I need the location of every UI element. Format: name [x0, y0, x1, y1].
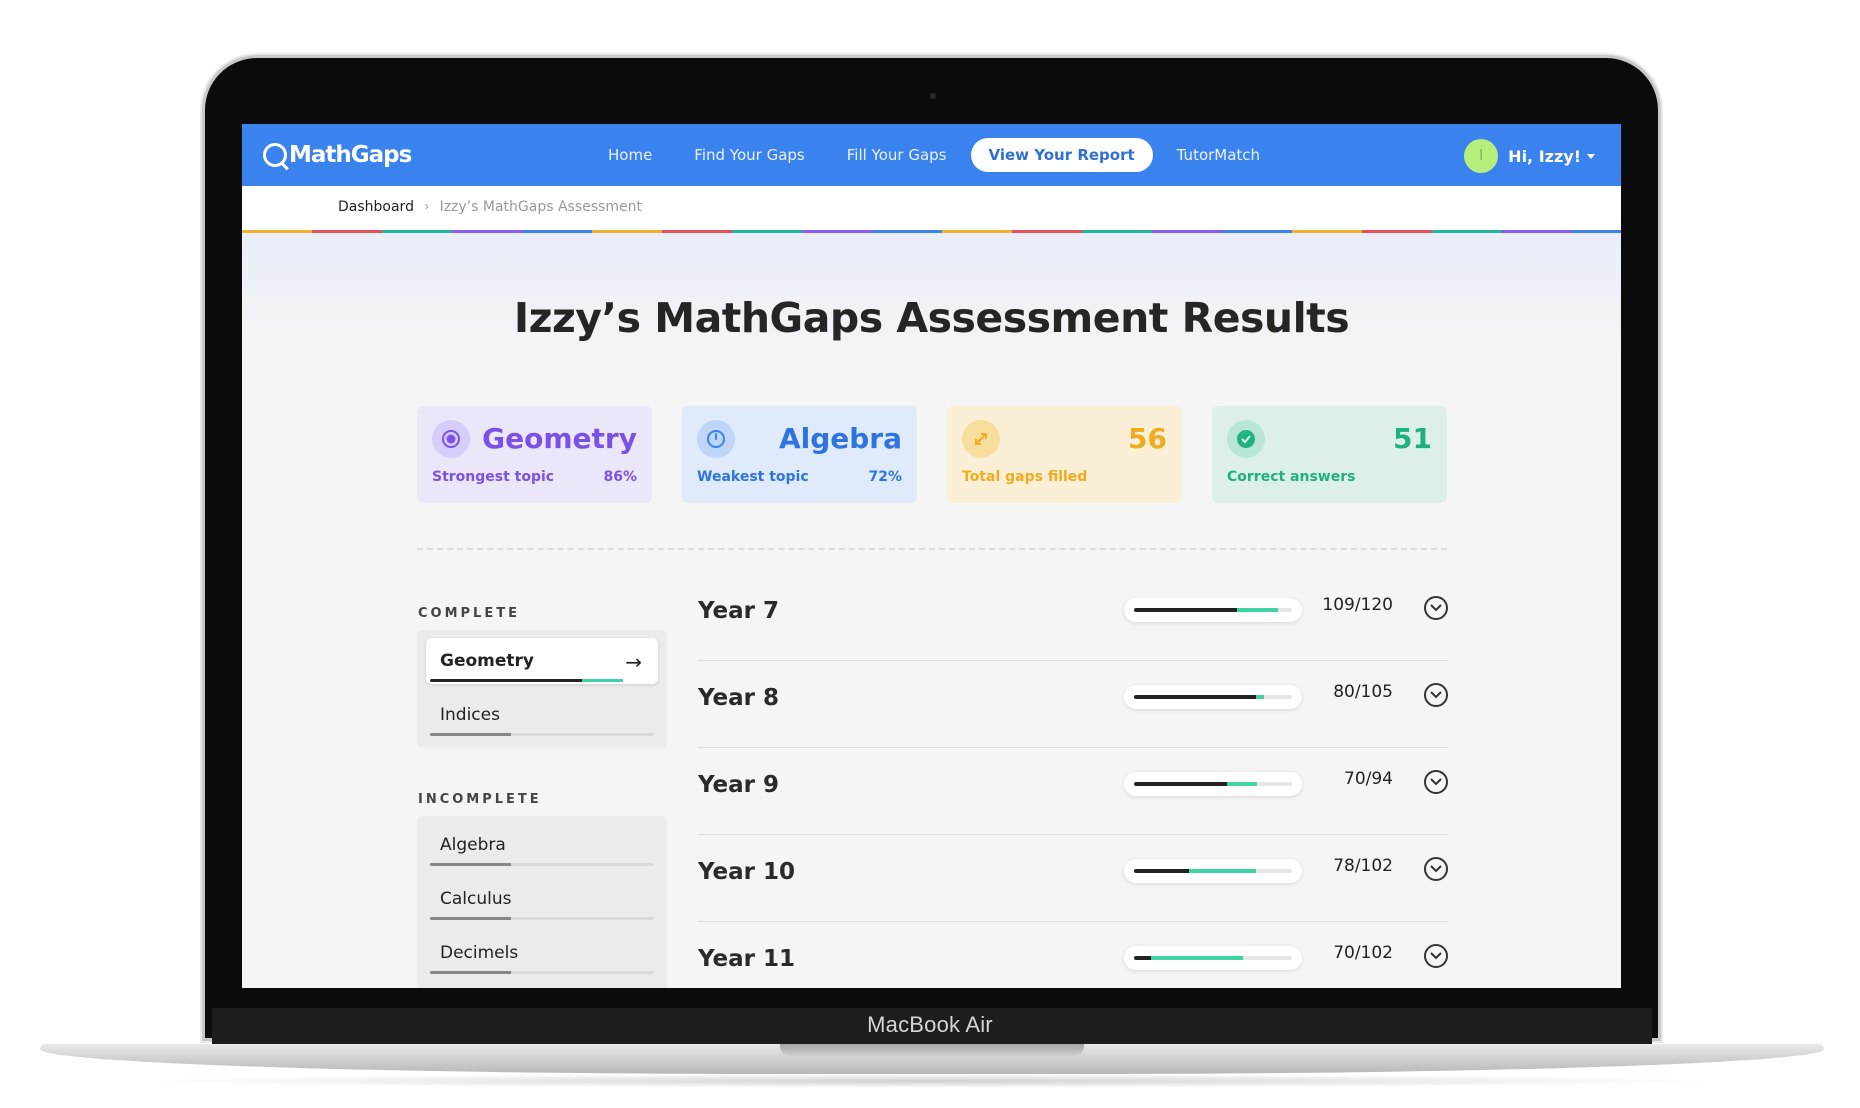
- stat-card-strongest-topic: Geometry Strongest topic 86%: [417, 406, 652, 503]
- topic-label: Geometry: [440, 651, 534, 671]
- stat-card-weakest-topic: Algebra Weakest topic 72%: [682, 406, 917, 503]
- year-name: Year 10: [698, 859, 796, 885]
- laptop-notch: [780, 1044, 1084, 1056]
- stat-value: 51: [1393, 422, 1432, 455]
- topic-decimels[interactable]: Decimels: [426, 930, 658, 976]
- navbar: MathGaps Home Find Your Gaps Fill Your G…: [242, 124, 1621, 186]
- camera: [930, 93, 936, 99]
- stat-value: 56: [1128, 422, 1167, 455]
- chevron-down-icon[interactable]: [1424, 857, 1448, 881]
- year-score: 78/102: [1333, 856, 1393, 876]
- topic-indices[interactable]: Indices: [426, 692, 658, 738]
- topic-progress: [430, 679, 654, 682]
- year-row[interactable]: Year 7 109/120: [698, 574, 1448, 661]
- nav-fill-your-gaps[interactable]: Fill Your Gaps: [829, 138, 965, 172]
- topic-progress: [430, 863, 654, 866]
- year-name: Year 11: [698, 946, 796, 972]
- nav-home[interactable]: Home: [590, 138, 670, 172]
- base-shadow: [120, 1074, 1740, 1088]
- nav-view-your-report[interactable]: View Your Report: [970, 138, 1153, 172]
- expand-arrows-icon: [962, 420, 1000, 458]
- avatar: I: [1464, 139, 1499, 173]
- year-score: 109/120: [1322, 595, 1393, 615]
- year-row[interactable]: Year 8 80/105: [698, 661, 1448, 748]
- topic-progress: [430, 733, 654, 736]
- year-score: 70/94: [1344, 769, 1393, 789]
- incomplete-heading: INCOMPLETE: [418, 792, 542, 807]
- stat-card-correct-answers: 51 Correct answers: [1212, 406, 1447, 503]
- year-progress: [1124, 772, 1302, 796]
- stat-card-gaps-filled: 56 Total gaps filled: [947, 406, 1182, 503]
- topic-label: Calculus: [440, 889, 512, 909]
- user-menu[interactable]: I Hi, Izzy!: [1464, 139, 1595, 173]
- user-greeting: Hi, Izzy!: [1508, 146, 1581, 166]
- logo[interactable]: MathGaps: [263, 140, 412, 170]
- topic-label: Algebra: [440, 835, 506, 855]
- topic-label: Indices: [440, 705, 500, 725]
- chevron-down-icon[interactable]: [1424, 770, 1448, 794]
- chevron-right-icon: ›: [423, 199, 430, 215]
- year-row[interactable]: Year 9 70/94: [698, 748, 1448, 835]
- screen: MathGaps Home Find Your Gaps Fill Your G…: [242, 124, 1621, 988]
- topic-calculus[interactable]: Calculus: [426, 876, 658, 922]
- arrow-right-icon: →: [625, 650, 642, 674]
- stat-label: Total gaps filled: [962, 469, 1088, 485]
- stat-label: Correct answers: [1227, 469, 1356, 485]
- check-circle-icon: [1227, 420, 1265, 458]
- chevron-down-icon[interactable]: [1424, 683, 1448, 707]
- topic-progress: [430, 971, 654, 974]
- year-progress: [1124, 859, 1302, 883]
- chevron-down-icon[interactable]: [1424, 944, 1448, 968]
- logo-magnifier-icon: [263, 143, 287, 167]
- year-progress: [1124, 598, 1302, 622]
- nav-links: Home Find Your Gaps Fill Your Gaps View …: [590, 138, 1284, 172]
- year-progress: [1124, 685, 1302, 709]
- stat-percent: 86%: [603, 469, 637, 485]
- complete-heading: COMPLETE: [418, 606, 520, 621]
- stat-label: Weakest topic: [697, 469, 809, 485]
- topic-geometry[interactable]: Geometry →: [426, 638, 658, 684]
- target-icon: [432, 420, 470, 458]
- stat-value: Geometry: [482, 422, 637, 455]
- incomplete-topics: Algebra Calculus Decimels: [417, 816, 667, 988]
- page-title: Izzy’s MathGaps Assessment Results: [513, 294, 1350, 342]
- year-score: 70/102: [1333, 943, 1393, 963]
- year-score: 80/105: [1333, 682, 1393, 702]
- stat-label: Strongest topic: [432, 469, 555, 485]
- topic-label: Decimels: [440, 943, 519, 963]
- section-divider: [417, 548, 1447, 550]
- nav-find-your-gaps[interactable]: Find Your Gaps: [676, 138, 822, 172]
- year-name: Year 8: [698, 685, 780, 711]
- chevron-down-icon[interactable]: [1424, 596, 1448, 620]
- breadcrumb-current: Izzy’s MathGaps Assessment: [439, 199, 642, 215]
- year-row[interactable]: Year 11 70/102: [698, 922, 1448, 988]
- topic-progress: [430, 917, 654, 920]
- year-progress: [1124, 946, 1302, 970]
- year-name: Year 7: [698, 598, 780, 624]
- stat-value: Algebra: [778, 422, 902, 455]
- device-label: MacBook Air: [867, 1012, 993, 1037]
- year-row[interactable]: Year 10 78/102: [698, 835, 1448, 922]
- complete-topics: Geometry → Indices: [417, 630, 667, 748]
- breadcrumb: Dashboard › Izzy’s MathGaps Assessment: [242, 186, 1621, 232]
- nav-tutormatch[interactable]: TutorMatch: [1159, 138, 1278, 172]
- breadcrumb-dashboard[interactable]: Dashboard: [338, 199, 414, 215]
- stat-percent: 72%: [868, 469, 902, 485]
- gauge-icon: [697, 420, 735, 458]
- logo-text: MathGaps: [289, 142, 412, 168]
- chevron-down-icon: [1587, 153, 1595, 159]
- topic-algebra[interactable]: Algebra: [426, 822, 658, 868]
- year-name: Year 9: [698, 772, 780, 798]
